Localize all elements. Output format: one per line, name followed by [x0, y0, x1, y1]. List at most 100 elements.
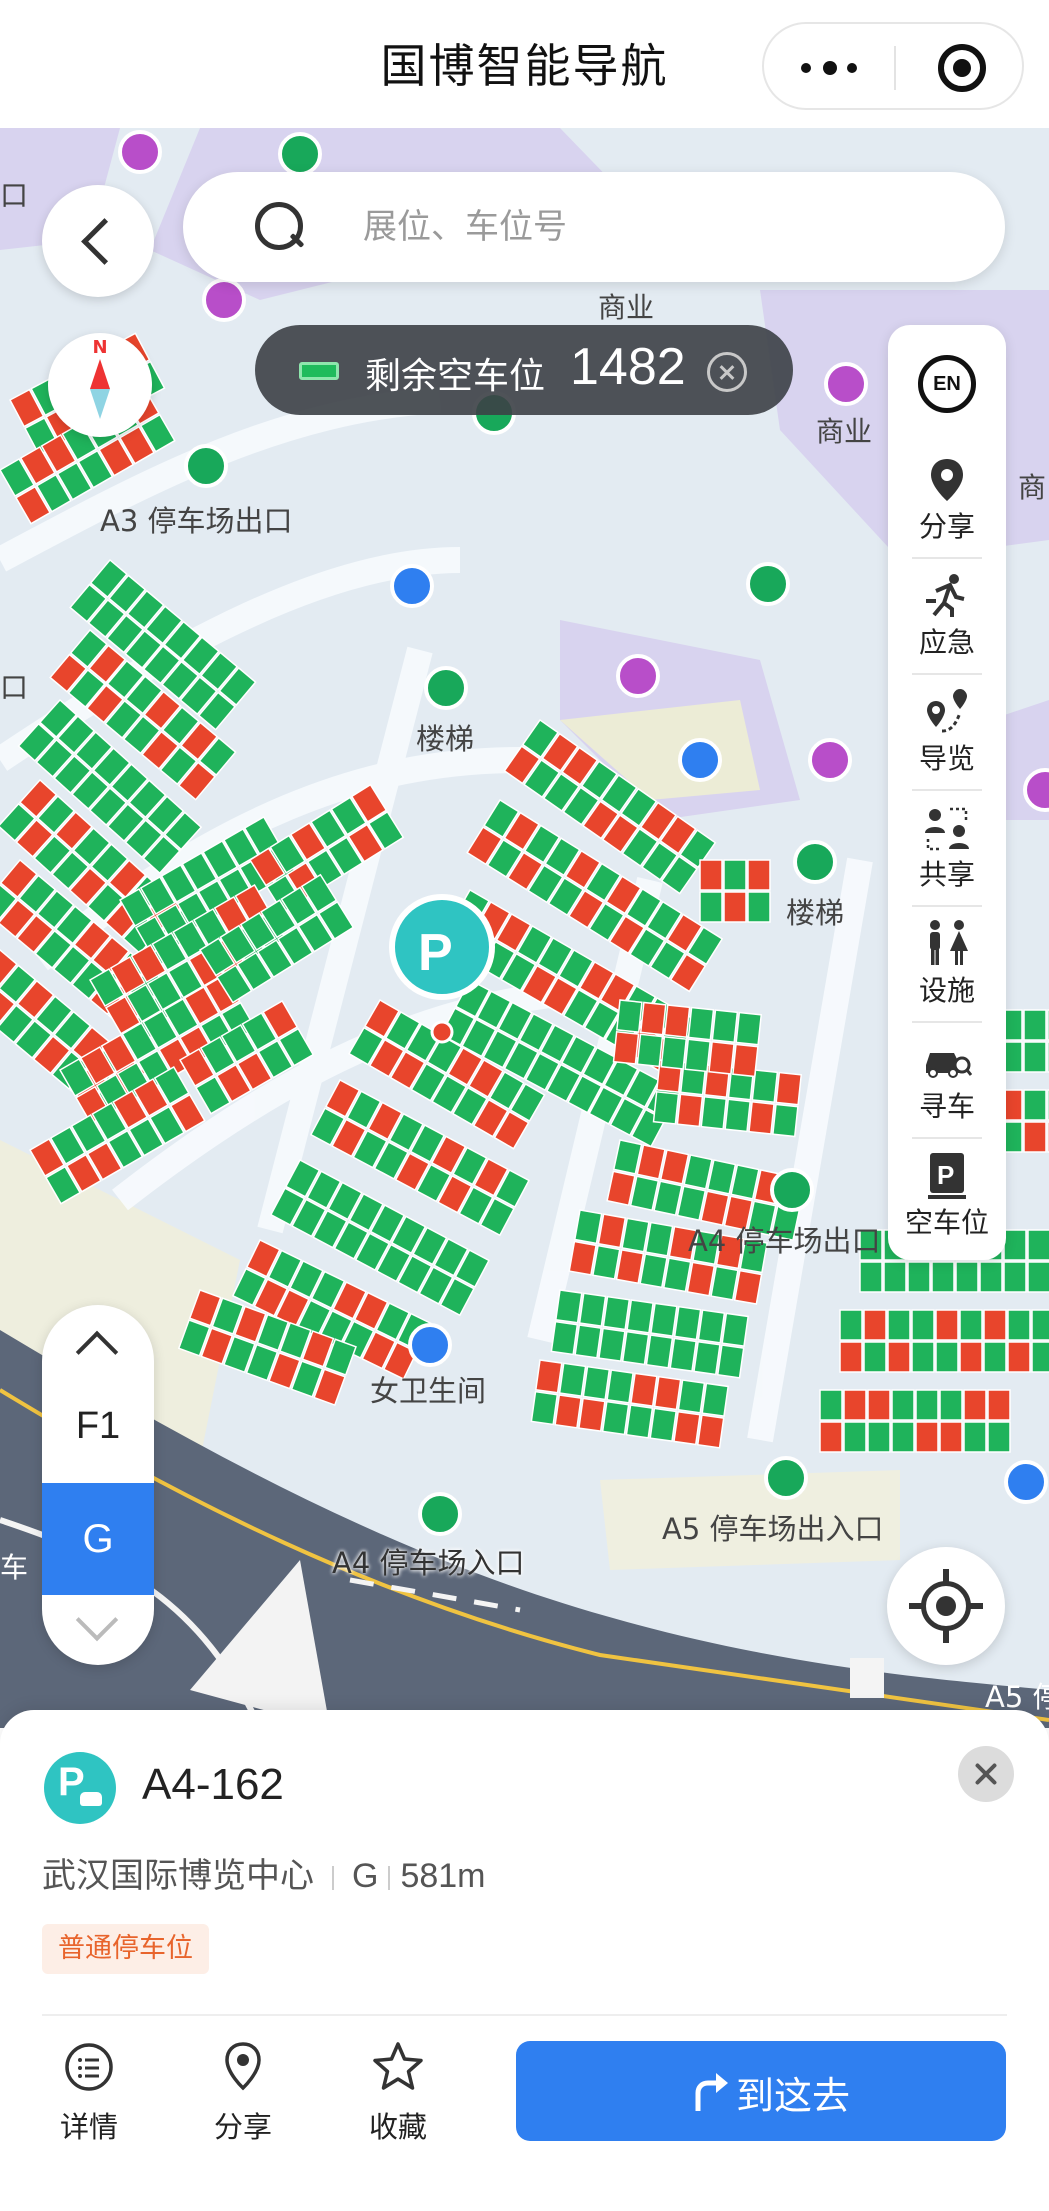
toolbar-item-empty-parking[interactable]: P 空车位: [888, 1141, 1006, 1257]
parking-stall[interactable]: [676, 1093, 704, 1128]
floor-up-chevron-icon[interactable]: [75, 1330, 119, 1374]
close-sheet-button[interactable]: [958, 1746, 1014, 1802]
search-input[interactable]: [363, 202, 923, 252]
parking-stall[interactable]: [700, 1096, 728, 1130]
parking-stall[interactable]: [662, 1257, 692, 1293]
parking-stall[interactable]: [653, 1375, 682, 1411]
floor-option-g[interactable]: G: [42, 1483, 154, 1595]
parking-stall[interactable]: [686, 1261, 716, 1297]
parking-stall[interactable]: [1027, 1261, 1049, 1293]
parking-stall[interactable]: [867, 1389, 891, 1421]
parking-stall[interactable]: [963, 1421, 987, 1453]
parking-stall[interactable]: [915, 1389, 939, 1421]
parking-stall[interactable]: [939, 1421, 963, 1453]
parking-stall[interactable]: [843, 1421, 867, 1453]
close-mini-program-icon[interactable]: [938, 44, 986, 92]
parking-stall[interactable]: [716, 1344, 745, 1379]
parking-stall[interactable]: [606, 1369, 634, 1404]
parking-stall[interactable]: [983, 1309, 1007, 1341]
parking-stall[interactable]: [636, 1033, 664, 1068]
parking-stall[interactable]: [959, 1341, 983, 1373]
parking-stall[interactable]: [701, 1382, 729, 1417]
back-button[interactable]: [42, 185, 154, 297]
parking-stall[interactable]: [839, 1309, 863, 1341]
parking-stall[interactable]: [1007, 1309, 1031, 1341]
navigate-here-button[interactable]: 到这去: [516, 2041, 1006, 2141]
parking-stall[interactable]: [558, 1362, 587, 1397]
floor-option-f1[interactable]: F1: [42, 1405, 154, 1448]
parking-stall[interactable]: [568, 1240, 597, 1276]
parking-stall[interactable]: [592, 1244, 621, 1280]
parking-stall[interactable]: [979, 1261, 1003, 1293]
parking-stall[interactable]: [935, 1309, 959, 1341]
parking-stall[interactable]: [612, 1031, 640, 1065]
language-toggle[interactable]: EN: [918, 355, 976, 413]
parking-stall[interactable]: [915, 1421, 939, 1453]
toolbar-item-facilities[interactable]: 设施: [888, 909, 1006, 1025]
more-icon[interactable]: [799, 56, 863, 80]
toolbar-item-find-car[interactable]: 寻车: [888, 1025, 1006, 1141]
toolbar-item-shared[interactable]: 共享: [888, 793, 1006, 909]
parking-stall[interactable]: [625, 1404, 654, 1439]
parking-stall[interactable]: [1027, 1229, 1049, 1261]
parking-stall[interactable]: [867, 1421, 891, 1453]
parking-stall[interactable]: [650, 1302, 678, 1337]
parking-stall[interactable]: [582, 1365, 611, 1401]
floor-down-chevron-icon[interactable]: [75, 1598, 119, 1642]
parking-stall[interactable]: [677, 1379, 706, 1414]
parking-stall[interactable]: [693, 1340, 721, 1376]
parking-stall[interactable]: [1003, 1229, 1027, 1261]
parking-stall[interactable]: [578, 1397, 606, 1432]
parking-stall[interactable]: [663, 1004, 691, 1038]
parking-stall[interactable]: [1023, 1089, 1047, 1121]
parking-stall[interactable]: [721, 1312, 749, 1347]
parking-stall[interactable]: [574, 1324, 602, 1359]
parking-stall[interactable]: [863, 1341, 887, 1373]
parking-stall[interactable]: [597, 1213, 627, 1249]
parking-stall[interactable]: [843, 1389, 867, 1421]
parking-stall[interactable]: [939, 1389, 963, 1421]
parking-stall[interactable]: [724, 1098, 751, 1133]
parking-stall[interactable]: [733, 1269, 763, 1305]
parking-stall[interactable]: [652, 1091, 680, 1125]
parking-stall[interactable]: [839, 1341, 863, 1373]
parking-stall[interactable]: [907, 1261, 931, 1293]
parking-stall[interactable]: [530, 1390, 559, 1426]
parking-stall[interactable]: [669, 1337, 698, 1373]
parking-stall[interactable]: [883, 1261, 907, 1293]
parking-stall[interactable]: [732, 1043, 759, 1078]
parking-stall[interactable]: [601, 1400, 630, 1436]
parking-stall[interactable]: [660, 1036, 688, 1070]
compass[interactable]: N: [48, 333, 152, 437]
parking-stall[interactable]: [616, 999, 643, 1033]
locate-me-button[interactable]: [887, 1547, 1005, 1665]
parking-stall[interactable]: [598, 1327, 626, 1362]
parking-stall[interactable]: [550, 1320, 579, 1356]
parking-stall[interactable]: [1023, 1009, 1047, 1041]
parking-stall[interactable]: [1023, 1041, 1047, 1073]
parking-stall[interactable]: [626, 1299, 654, 1334]
parking-stall[interactable]: [819, 1421, 843, 1453]
parking-stall[interactable]: [987, 1421, 1011, 1453]
parking-stall[interactable]: [959, 1309, 983, 1341]
toolbar-item-share[interactable]: 分享: [888, 445, 1006, 561]
parking-stall[interactable]: [819, 1389, 843, 1421]
parking-stall[interactable]: [963, 1389, 987, 1421]
parking-stall[interactable]: [699, 891, 723, 923]
parking-stall[interactable]: [747, 859, 771, 891]
parking-stall[interactable]: [534, 1359, 563, 1394]
parking-stall[interactable]: [735, 1011, 763, 1046]
parking-stall[interactable]: [747, 891, 771, 923]
close-banner-icon[interactable]: [707, 352, 747, 392]
parking-stall[interactable]: [554, 1394, 582, 1429]
toolbar-item-tour[interactable]: 导览: [888, 677, 1006, 793]
parking-stall[interactable]: [699, 859, 723, 891]
parking-stall[interactable]: [772, 1103, 799, 1138]
parking-stall[interactable]: [1031, 1341, 1049, 1373]
parking-stall[interactable]: [931, 1261, 955, 1293]
parking-stall[interactable]: [723, 859, 747, 891]
parking-stall[interactable]: [955, 1261, 979, 1293]
parking-stall[interactable]: [645, 1334, 674, 1369]
parking-stall[interactable]: [673, 1410, 701, 1446]
share-button[interactable]: 分享: [178, 2040, 308, 2146]
